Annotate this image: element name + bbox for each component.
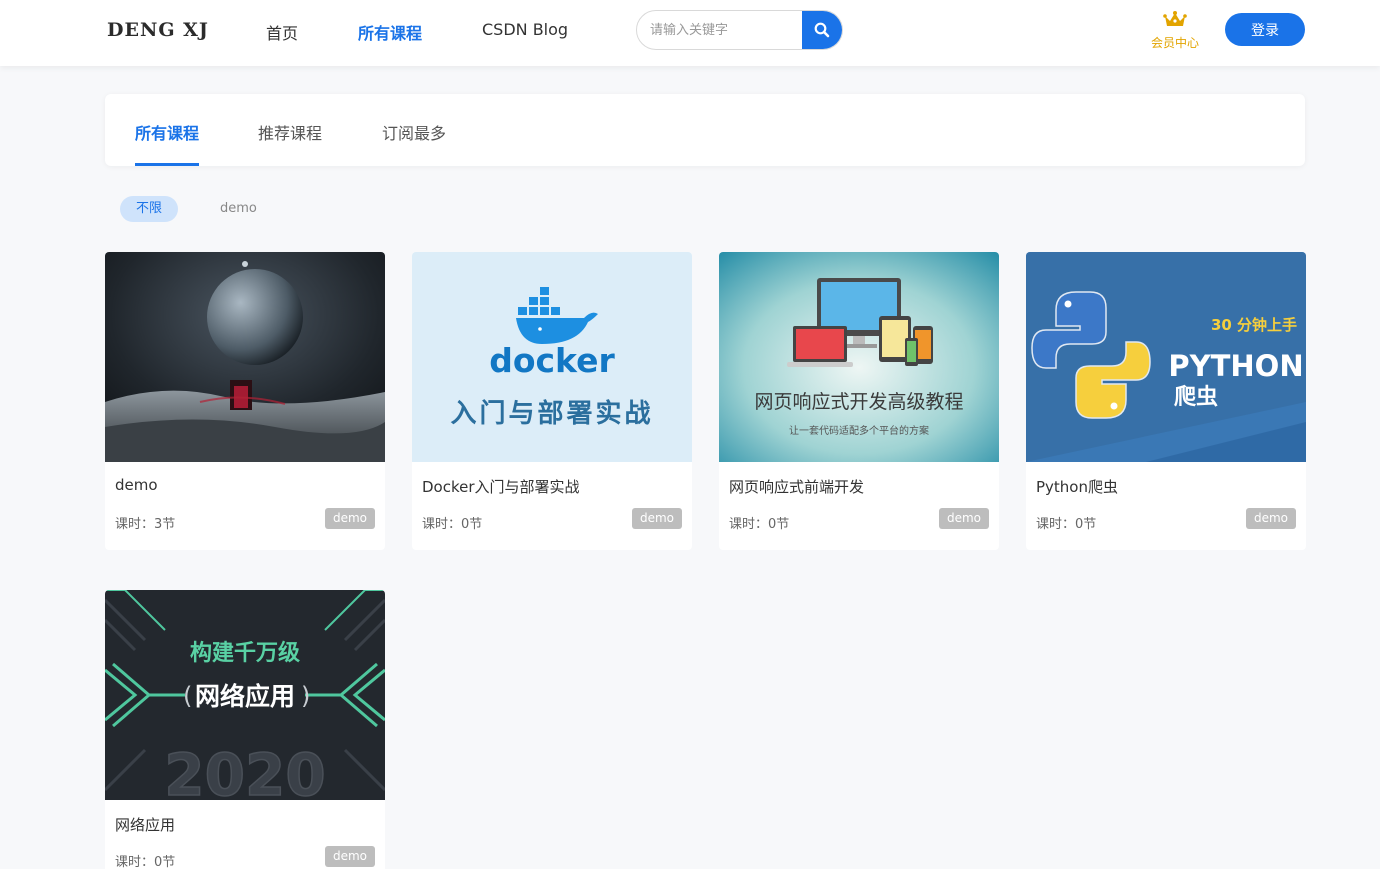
responsive-cover-heading: 网页响应式开发高级教程 [754, 391, 963, 413]
course-lessons: 课时：0节 [1036, 517, 1097, 532]
course-card-demo[interactable]: demo 课时：3节 demo [105, 252, 385, 550]
course-tag: demo [631, 508, 682, 529]
filter-unlimited[interactable]: 不限 [120, 196, 178, 222]
course-title: 网络应用 [115, 816, 176, 834]
docker-brand-text: docker [489, 341, 615, 380]
course-card-python[interactable]: 30 分钟上手 PYTHON 爬虫 Python爬虫 课时：0节 demo [1026, 252, 1306, 550]
network-cover-line1: 构建千万级 [190, 640, 300, 666]
search-button[interactable] [802, 11, 842, 49]
course-tabs: 所有课程 推荐课程 订阅最多 [105, 94, 1305, 166]
python-cover-subtitle: 爬虫 [1174, 384, 1218, 410]
python-cover-heading: PYTHON [1168, 349, 1303, 383]
course-title: Python爬虫 [1036, 478, 1118, 496]
paren-right: ) [301, 682, 310, 710]
course-tag: demo [324, 846, 375, 867]
search-box [636, 10, 843, 50]
course-tag: demo [324, 508, 375, 529]
course-card-network[interactable]: 构建千万级 ( ) 网络应用 2020 网络应用 课时：0节 demo [105, 590, 385, 869]
vip-center-label: 会员中心 [1150, 36, 1199, 50]
site-logo[interactable]: DENG XJ [107, 19, 209, 41]
course-card-responsive[interactable]: 网页响应式开发高级教程 让一套代码适配多个平台的方案 网页响应式前端开发 课时：… [719, 252, 999, 550]
nav-csdn-blog[interactable]: CSDN Blog [482, 20, 568, 39]
course-lessons: 课时：0节 [422, 517, 483, 532]
course-card-docker[interactable]: docker 入门与部署实战 Docker入门与部署实战 课时：0节 demo [412, 252, 692, 550]
network-cover-year: 2020 [164, 741, 325, 800]
vip-center-link[interactable]: 会员中心 [1144, 10, 1206, 51]
paren-left: ( [183, 682, 192, 710]
course-tag: demo [938, 508, 989, 529]
active-tab-indicator [135, 163, 199, 166]
course-cover-image: 网页响应式开发高级教程 让一套代码适配多个平台的方案 [719, 252, 999, 462]
search-icon [814, 22, 830, 38]
responsive-cover-subtitle: 让一套代码适配多个平台的方案 [789, 424, 929, 437]
tab-recommended[interactable]: 推荐课程 [258, 120, 322, 144]
course-lessons: 课时：0节 [729, 517, 790, 532]
python-cover-badge: 30 分钟上手 [1211, 316, 1297, 334]
login-button[interactable]: 登录 [1225, 13, 1305, 46]
course-title: Docker入门与部署实战 [422, 478, 580, 496]
course-cover-image: 构建千万级 ( ) 网络应用 2020 [105, 590, 385, 800]
course-cover-image: docker 入门与部署实战 [412, 252, 692, 462]
tab-most-subscribed[interactable]: 订阅最多 [382, 120, 446, 144]
network-cover-line2: 网络应用 [195, 682, 295, 711]
course-cover-image: 30 分钟上手 PYTHON 爬虫 [1026, 252, 1306, 462]
search-input[interactable] [637, 11, 803, 49]
filter-demo[interactable]: demo [220, 196, 257, 222]
docker-subtitle-text: 入门与部署实战 [450, 398, 653, 429]
course-title: demo [115, 476, 158, 494]
nav-all-courses[interactable]: 所有课程 [358, 20, 422, 44]
course-lessons: 课时：3节 [115, 517, 176, 532]
tab-all-courses[interactable]: 所有课程 [135, 120, 199, 144]
top-header: DENG XJ 首页 所有课程 CSDN Blog 会员中心 登录 [0, 0, 1380, 66]
course-cover-image [105, 252, 385, 462]
course-lessons: 课时：0节 [115, 855, 176, 869]
nav-home[interactable]: 首页 [266, 20, 298, 44]
crown-icon [1163, 11, 1187, 26]
course-title: 网页响应式前端开发 [729, 478, 865, 496]
course-tag: demo [1245, 508, 1296, 529]
